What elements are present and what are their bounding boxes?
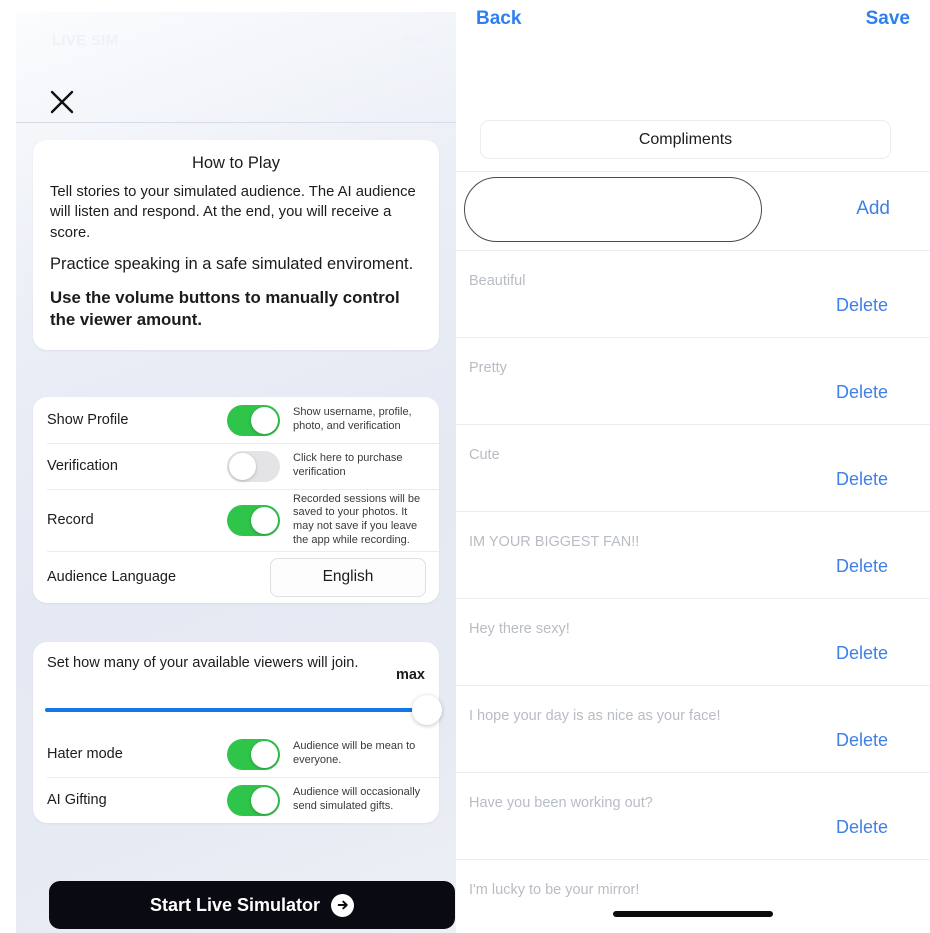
slider-thumb[interactable] [412,695,442,725]
compliment-row: IM YOUR BIGGEST FAN!! Delete [456,512,930,599]
compliment-text: Have you been working out? [469,795,653,811]
compliment-text: Hey there sexy! [469,621,570,637]
compliment-row: Cute Delete [456,425,930,512]
toggle-knob [228,452,256,480]
how-to-play-paragraph-1: Tell stories to your simulated audience.… [50,184,416,241]
how-to-play-paragraph-3: Use the volume buttons to manually contr… [50,287,400,330]
compliment-text: Cute [469,447,500,463]
setting-row-ai-gifting[interactable]: AI Gifting Audience will occasionally se… [33,777,439,823]
ghost-header-action: Edit [403,32,426,47]
setting-desc-verification: Click here to purchase verification [293,452,403,478]
new-compliment-input[interactable] [464,177,762,242]
viewers-description: Set how many of your available viewers w… [47,655,359,671]
compliment-text: I'm lucky to be your mirror! [469,882,640,898]
compliment-text: IM YOUR BIGGEST FAN!! [469,534,640,550]
setting-desc-ai-gifting: Audience will occasionally send simulate… [293,786,421,812]
header-divider [16,122,456,123]
setting-label-audience-language: Audience Language [47,569,177,585]
toggle-show-profile[interactable] [226,404,280,436]
compliment-row: Pretty Delete [456,338,930,425]
setting-label-ai-gifting: AI Gifting [47,792,107,808]
setting-row-record[interactable]: Record Recorded sessions will be saved t… [33,489,439,551]
back-button[interactable]: Back [476,8,521,30]
compliments-editor-panel: Back Save Compliments Add Beautiful Delet… [456,0,930,933]
delete-button[interactable]: Delete [836,730,888,751]
toggle-knob [250,506,278,534]
setting-row-audience-language[interactable]: Audience Language English [33,551,439,603]
start-live-simulator-button[interactable]: Start Live Simulator [49,881,455,929]
close-icon[interactable] [46,86,78,118]
toggle-record[interactable] [226,504,280,536]
home-indicator [613,911,773,917]
setting-row-hater-mode[interactable]: Hater mode Audience will be mean to ever… [33,731,439,777]
setting-desc-hater-mode: Audience will be mean to everyone. [293,740,416,766]
setting-desc-show-profile: Show username, profile, photo, and verif… [293,406,412,432]
setting-label-show-profile: Show Profile [47,412,129,428]
compliment-row: Beautiful Delete [456,251,930,338]
add-button[interactable]: Add [856,198,890,220]
toggle-knob [250,740,278,768]
compliment-text: Beautiful [469,273,526,289]
delete-button[interactable]: Delete [836,469,888,490]
delete-button[interactable]: Delete [836,817,888,838]
phone-screen-left: LIVE SIM Edit How to Play Tell stories t… [16,12,456,933]
compliment-row: I'm lucky to be your mirror! [456,860,930,933]
compliment-text: Pretty [469,360,507,376]
viewers-value-label: max [395,667,425,683]
delete-button[interactable]: Delete [836,382,888,403]
setting-label-hater-mode: Hater mode [47,746,123,762]
start-button-label: Start Live Simulator [149,894,321,915]
how-to-play-paragraph-2: Practice speaking in a safe simulated en… [50,254,414,273]
how-to-play-title: How to Play [191,154,281,172]
segment-compliments-button[interactable]: Compliments [480,120,891,159]
settings-card: Show Profile Show username, profile, pho… [33,397,439,603]
delete-button[interactable]: Delete [836,295,888,316]
toggle-verification[interactable] [226,450,280,482]
slider-fill [45,708,427,712]
compliment-text: I hope your day is as nice as your face! [469,708,721,724]
viewers-card: Set how many of your available viewers w… [33,642,442,823]
live-simulator-settings-panel: LIVE SIM Edit How to Play Tell stories t… [0,0,456,933]
setting-row-show-profile[interactable]: Show Profile Show username, profile, pho… [33,397,439,443]
setting-label-record: Record [47,512,94,528]
ghost-header-title: LIVE SIM [52,32,119,49]
delete-button[interactable]: Delete [836,556,888,577]
compliment-row: I hope your day is as nice as your face!… [456,686,930,773]
navigation-bar: Back Save [456,0,930,42]
add-compliment-row: Add [456,172,930,250]
compliment-row: Hey there sexy! Delete [456,599,930,686]
setting-desc-record: Recorded sessions will be saved to your … [293,492,421,546]
delete-button[interactable]: Delete [836,643,888,664]
how-to-play-card: How to Play Tell stories to your simulat… [33,140,439,350]
arrow-right-icon [331,893,355,917]
compliment-row: Have you been working out? Delete [456,773,930,860]
audience-language-select[interactable]: English [270,557,426,597]
toggle-knob [250,786,278,814]
setting-row-verification[interactable]: Verification Click here to purchase veri… [33,443,439,489]
toggle-hater-mode[interactable] [226,738,280,770]
save-button[interactable]: Save [866,8,910,30]
viewers-slider[interactable] [45,687,442,731]
audience-language-value: English [322,568,374,585]
setting-label-verification: Verification [47,458,118,474]
viewers-header: Set how many of your available viewers w… [33,642,439,683]
segment-compliments-label: Compliments [638,130,733,148]
toggle-knob [250,406,278,434]
toggle-ai-gifting[interactable] [226,784,280,816]
